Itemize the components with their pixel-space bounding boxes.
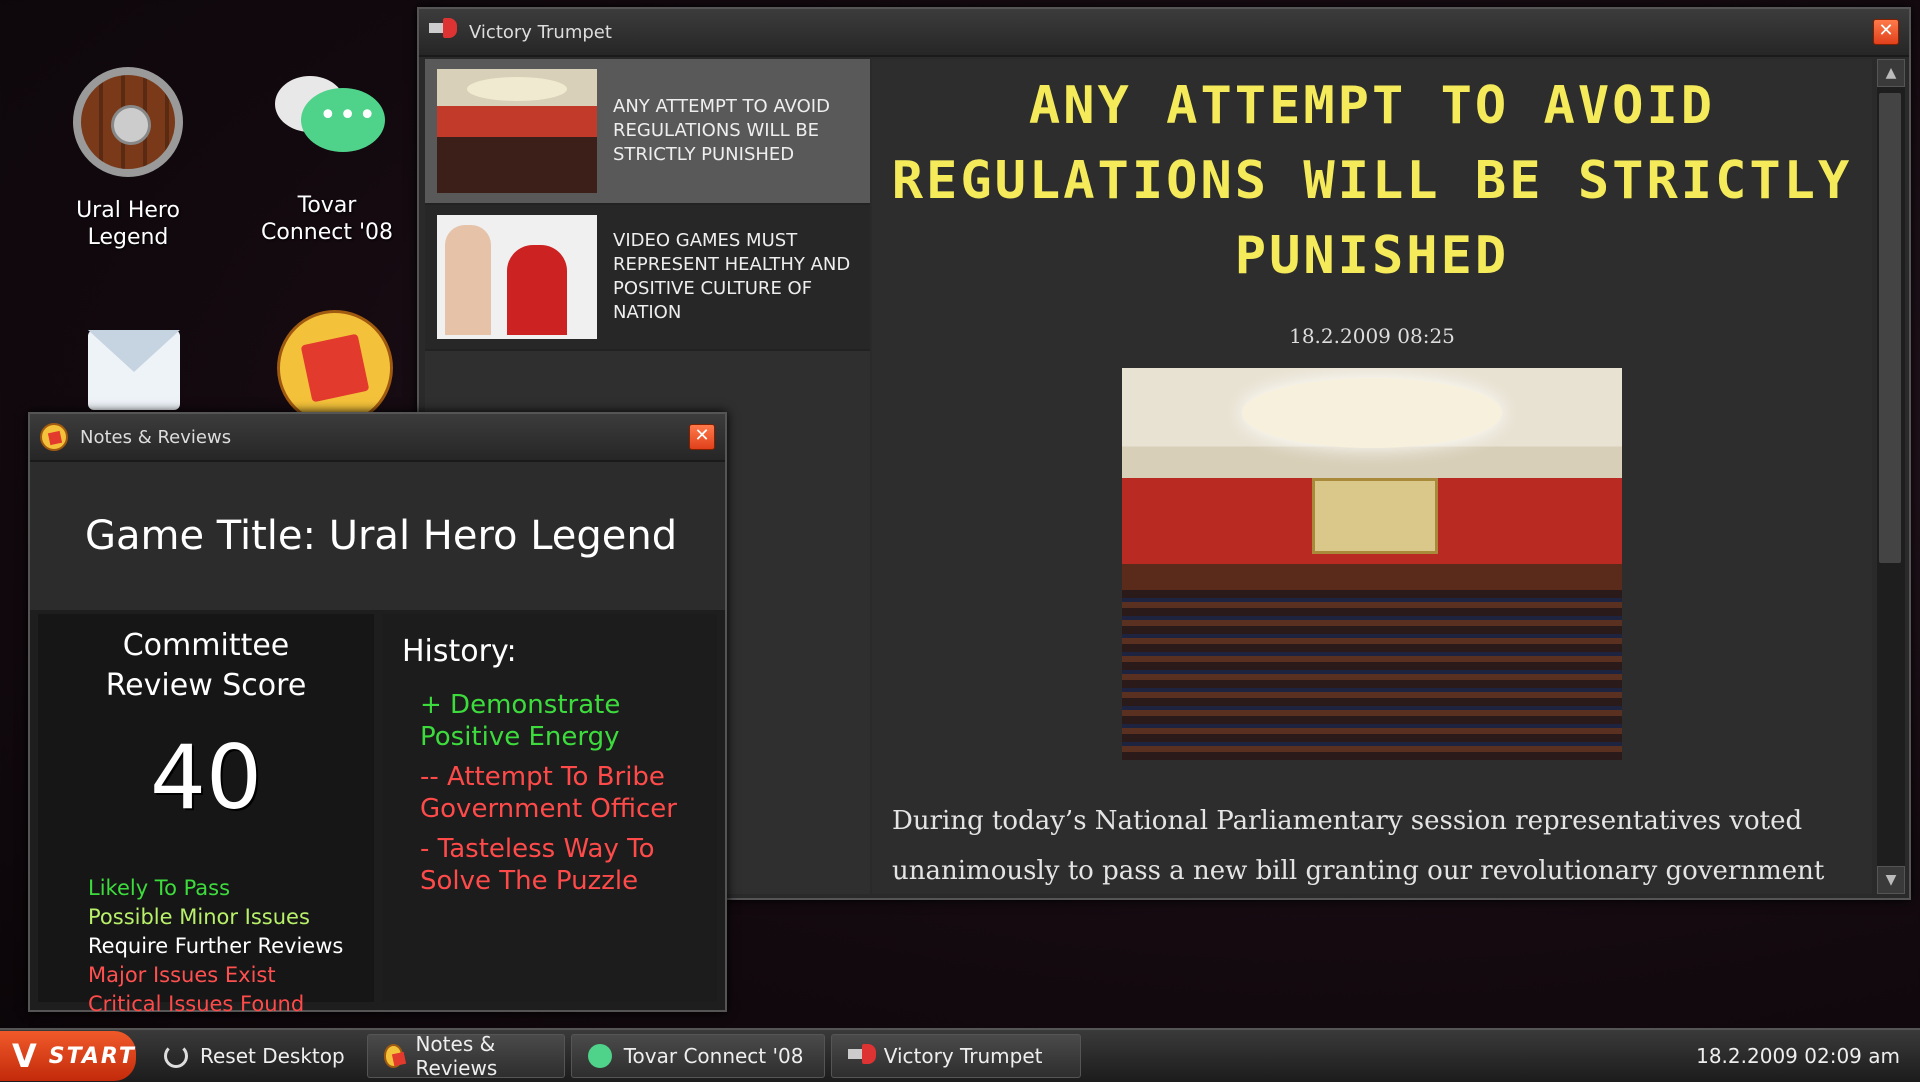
scroll-thumb[interactable] bbox=[1879, 93, 1901, 563]
scroll-down-button[interactable]: ▼ bbox=[1877, 866, 1905, 894]
history-item: + Demonstrate Positive Energy bbox=[420, 689, 707, 753]
article-photo bbox=[1122, 368, 1622, 760]
history-panel: History: + Demonstrate Positive Energy -… bbox=[382, 614, 717, 1002]
desktop-icon-tovar-connect[interactable]: Tovar Connect '08 bbox=[237, 62, 417, 246]
notes-icon bbox=[384, 1044, 404, 1068]
refresh-icon bbox=[164, 1044, 188, 1068]
taskbar-item-label: Tovar Connect '08 bbox=[624, 1044, 804, 1068]
reset-desktop-button[interactable]: Reset Desktop bbox=[148, 1034, 361, 1078]
start-label: START bbox=[49, 1044, 136, 1069]
desktop-icon-ural-hero-legend[interactable]: Ural Hero Legend bbox=[38, 62, 218, 251]
chat-bubbles-icon bbox=[588, 1044, 612, 1068]
legend-further-reviews: Require Further Reviews bbox=[88, 932, 374, 961]
history-item: -- Attempt To Bribe Government Officer bbox=[420, 761, 707, 825]
notes-icon bbox=[267, 300, 387, 420]
start-button[interactable]: V START bbox=[0, 1031, 136, 1081]
article-headline: ANY ATTEMPT TO AVOID REGULATIONS WILL BE… bbox=[882, 69, 1862, 294]
game-title: Game Title: Ural Hero Legend bbox=[30, 462, 725, 610]
legend-likely-pass: Likely To Pass bbox=[88, 874, 374, 903]
trumpet-icon bbox=[429, 18, 457, 46]
article-pane: ANY ATTEMPT TO AVOID REGULATIONS WILL BE… bbox=[872, 59, 1872, 894]
score-legend: Likely To Pass Possible Minor Issues Req… bbox=[88, 874, 374, 1019]
legend-minor-issues: Possible Minor Issues bbox=[88, 903, 374, 932]
notes-icon bbox=[40, 423, 68, 451]
story-item-video-games[interactable]: VIDEO GAMES MUST REPRESENT HEALTHY AND P… bbox=[425, 205, 870, 351]
taskbar-item-tovar-connect[interactable]: Tovar Connect '08 bbox=[571, 1034, 825, 1078]
taskbar-item-victory-trumpet[interactable]: Victory Trumpet bbox=[831, 1034, 1081, 1078]
history-list: + Demonstrate Positive Energy -- Attempt… bbox=[420, 689, 707, 897]
close-button[interactable]: ✕ bbox=[1873, 19, 1899, 45]
title-bar[interactable]: Notes & Reviews ✕ bbox=[30, 414, 725, 462]
title-bar[interactable]: Victory Trumpet ✕ bbox=[419, 9, 1909, 57]
history-title: History: bbox=[402, 634, 717, 669]
score-panel: Committee Review Score 40 Likely To Pass… bbox=[38, 614, 374, 1002]
desktop-icon-mail[interactable] bbox=[38, 300, 218, 430]
article-body: During today’s National Parliamentary se… bbox=[892, 796, 1852, 894]
kids-gaming-thumbnail bbox=[437, 215, 597, 339]
trumpet-icon bbox=[848, 1044, 872, 1068]
envelope-icon bbox=[68, 300, 188, 420]
window-title: Victory Trumpet bbox=[469, 22, 1873, 43]
story-item-regulations[interactable]: ANY ATTEMPT TO AVOID REGULATIONS WILL BE… bbox=[425, 59, 870, 205]
taskbar-item-notes-reviews[interactable]: Notes & Reviews bbox=[367, 1034, 565, 1078]
taskbar-item-label: Notes & Reviews bbox=[415, 1032, 547, 1080]
score-title: Committee Review Score bbox=[38, 626, 374, 706]
review-score: 40 bbox=[38, 730, 374, 826]
scroll-up-button[interactable]: ▲ bbox=[1877, 59, 1905, 87]
desktop-icon-notes[interactable] bbox=[237, 300, 417, 430]
legend-critical-issues: Critical Issues Found bbox=[88, 990, 374, 1019]
reset-label: Reset Desktop bbox=[200, 1044, 345, 1068]
window-title: Notes & Reviews bbox=[80, 427, 689, 448]
article-date: 18.2.2009 08:25 bbox=[872, 324, 1872, 348]
story-title: VIDEO GAMES MUST REPRESENT HEALTHY AND P… bbox=[613, 229, 858, 325]
close-button[interactable]: ✕ bbox=[689, 424, 715, 450]
desktop-icon-label: Ural Hero Legend bbox=[38, 197, 218, 251]
history-item: - Tasteless Way To Solve The Puzzle bbox=[420, 833, 707, 897]
taskbar-clock: 18.2.2009 02:09 am bbox=[1696, 1044, 1900, 1068]
shield-clock-icon bbox=[68, 67, 188, 187]
parliament-thumbnail bbox=[437, 69, 597, 193]
chat-bubbles-icon bbox=[267, 62, 387, 182]
desktop-icon-label: Tovar Connect '08 bbox=[237, 192, 417, 246]
legend-major-issues: Major Issues Exist bbox=[88, 961, 374, 990]
story-title: ANY ATTEMPT TO AVOID REGULATIONS WILL BE… bbox=[613, 95, 858, 167]
taskbar-item-label: Victory Trumpet bbox=[884, 1044, 1043, 1068]
notes-reviews-window: Notes & Reviews ✕ Game Title: Ural Hero … bbox=[28, 412, 727, 1012]
v-logo-icon: V bbox=[12, 1037, 39, 1075]
article-scrollbar[interactable]: ▲ ▼ bbox=[1877, 59, 1905, 894]
taskbar: V START Reset Desktop Notes & Reviews To… bbox=[0, 1028, 1920, 1082]
